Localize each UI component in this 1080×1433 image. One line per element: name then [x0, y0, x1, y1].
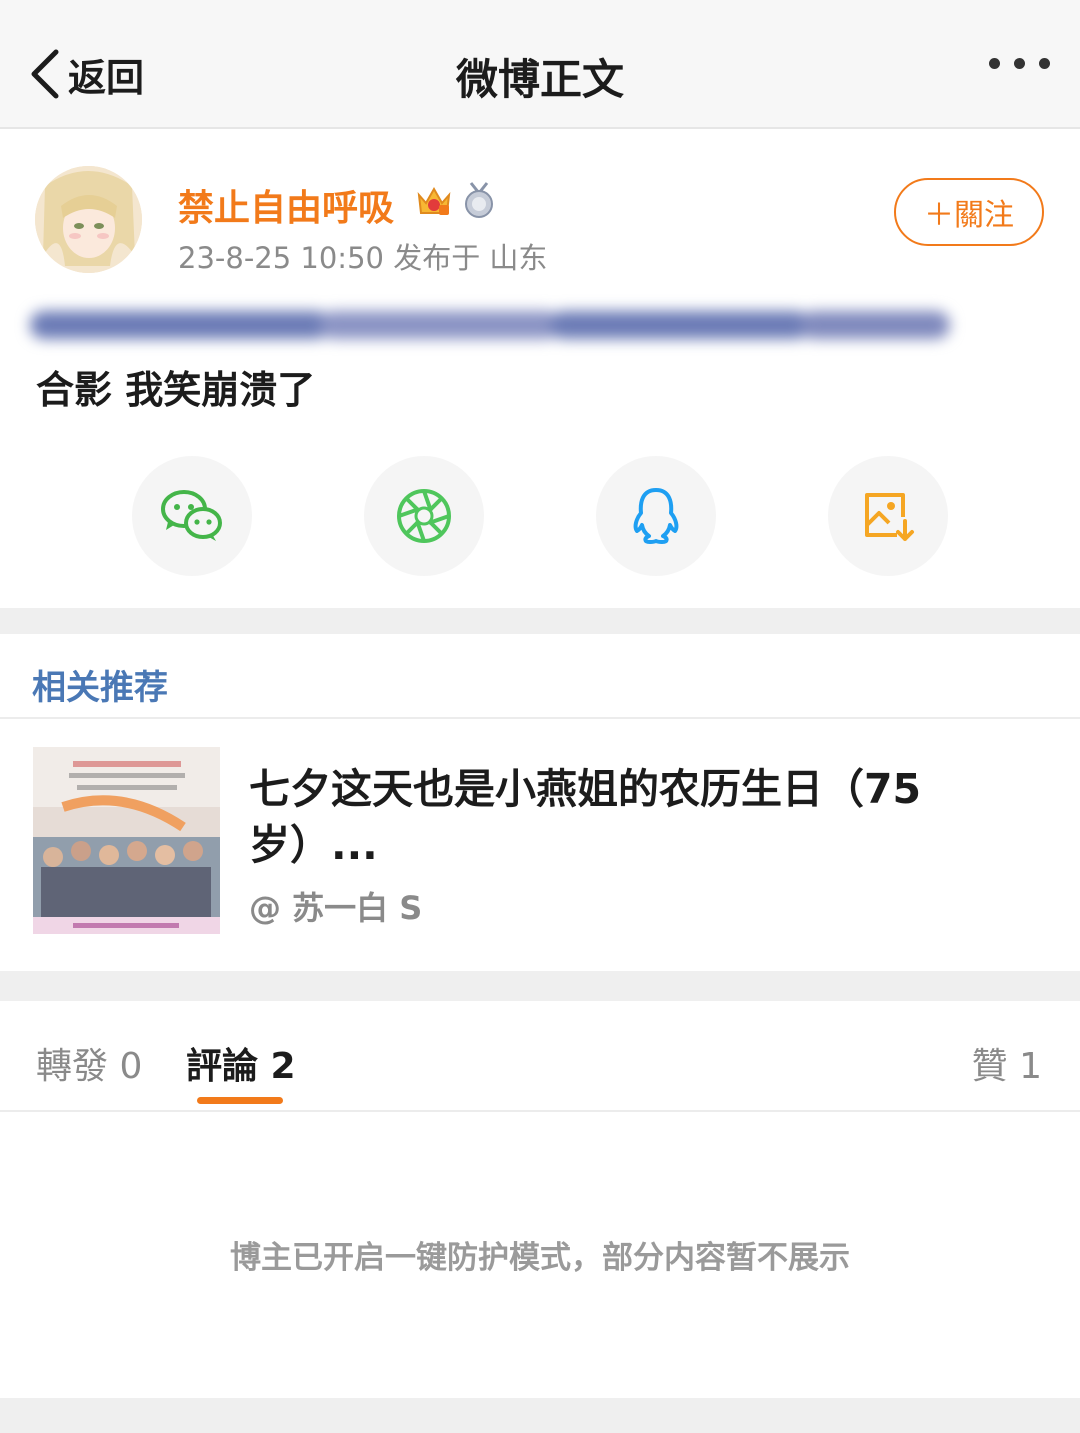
related-heading: 相关推荐: [32, 668, 168, 708]
active-tab-indicator: [197, 1097, 283, 1104]
moments-icon: [397, 489, 451, 543]
tab-forward[interactable]: 轉發 0: [36, 1037, 142, 1089]
share-wechat-button[interactable]: [132, 456, 252, 576]
post-card: 禁止自由呼吸 23-8-25 10:50 发布于 山东 ＋關注 合影 我笑崩溃了: [0, 131, 1080, 608]
user-badges: [415, 181, 497, 219]
wechat-icon: [161, 490, 222, 541]
related-item[interactable]: 七夕这天也是小燕姐的农历生日（75岁）... @ 苏一白 S: [0, 721, 1080, 971]
related-title[interactable]: 七夕这天也是小燕姐的农历生日（75岁）...: [249, 761, 1009, 873]
post-meta: 23-8-25 10:50 发布于 山东: [178, 241, 548, 275]
crown-badge-icon: [417, 186, 451, 215]
follow-button[interactable]: ＋關注: [894, 178, 1044, 246]
navigation-bar: 返回 微博正文: [0, 0, 1080, 129]
medal-badge-icon: [465, 182, 493, 218]
bottom-divider: [0, 1398, 1080, 1433]
interaction-tabs: 轉發 0 評論 2 贊 1: [0, 1001, 1080, 1112]
share-qq-button[interactable]: [596, 456, 716, 576]
qq-icon: [633, 488, 679, 544]
related-section-header: 相关推荐: [0, 634, 1080, 719]
section-divider: [0, 971, 1080, 1001]
protection-notice: 博主已开启一键防护模式，部分内容暂不展示: [230, 1240, 850, 1276]
avatar[interactable]: [35, 166, 142, 273]
tab-like[interactable]: 贊 1: [972, 1037, 1042, 1089]
save-image-icon: [865, 493, 914, 541]
username[interactable]: 禁止自由呼吸: [178, 179, 394, 231]
more-dots-icon[interactable]: [989, 58, 1050, 69]
related-thumbnail: [33, 747, 220, 934]
section-divider: [0, 608, 1080, 634]
page-title: 微博正文: [455, 55, 624, 104]
tab-comment[interactable]: 評論 2: [186, 1037, 296, 1089]
related-author[interactable]: @ 苏一白 S: [249, 883, 422, 929]
save-image-button[interactable]: [828, 456, 948, 576]
post-text: 合影 我笑崩溃了: [36, 368, 316, 412]
comment-area: 博主已开启一键防护模式，部分内容暂不展示: [0, 1112, 1080, 1398]
share-moments-button[interactable]: [364, 456, 484, 576]
redacted-text: [30, 301, 950, 349]
share-row: [0, 456, 1080, 576]
